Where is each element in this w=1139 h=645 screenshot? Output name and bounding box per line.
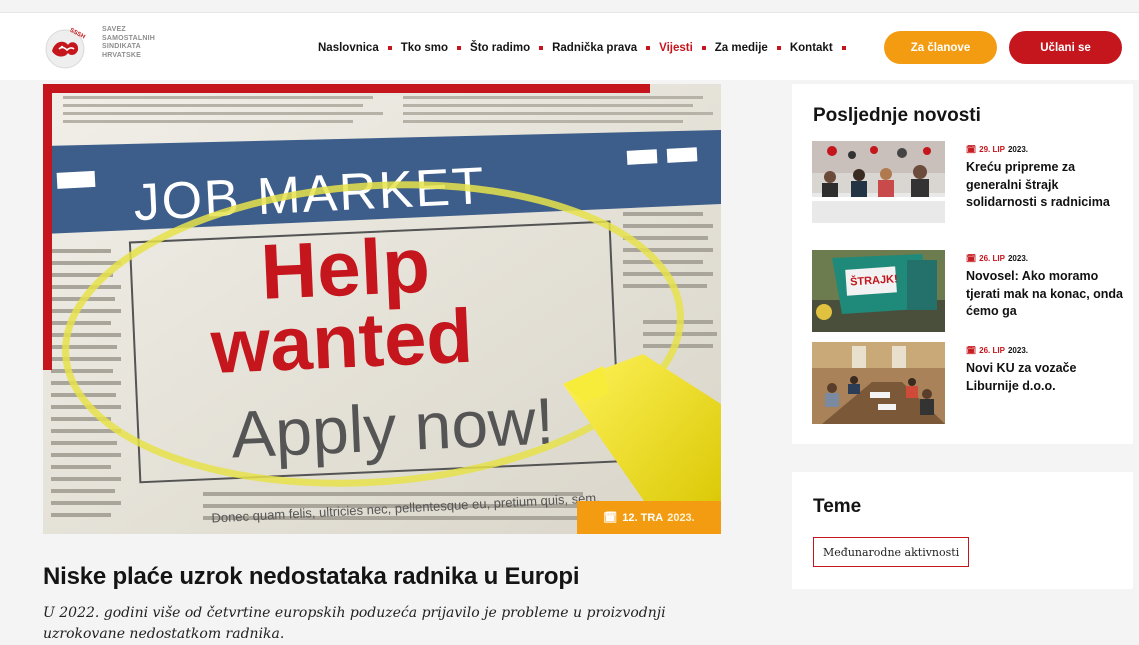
strike-banner-photo-icon: ŠTRAJK! <box>812 250 945 332</box>
news-year: 2023. <box>1007 145 1028 154</box>
news-month: LIP <box>992 346 1005 355</box>
news-item[interactable]: ŠTRAJK! 🗓 26. LIP 2023. Novosel: Ako mor… <box>812 250 1124 334</box>
topic-tag-medunarodne-aktivnosti[interactable]: Međunarodne aktivnosti <box>813 537 970 567</box>
logo-line: SAMOSTALNIH <box>102 34 156 42</box>
nav-item-kontakt[interactable]: Kontakt <box>790 42 833 54</box>
nav-separator <box>776 46 781 50</box>
news-thumbnail[interactable] <box>812 141 945 223</box>
news-title[interactable]: Novosel: Ako moramo tjerati mak na konac… <box>966 268 1126 321</box>
featured-image[interactable]: JOB MARKET Help wanted Apply now! Donec … <box>43 84 721 534</box>
latest-news-box: Posljednje novosti 🗓 29. LIP 2023. Kreću… <box>792 84 1133 444</box>
nav-item-radnicka-prava[interactable]: Radnička prava <box>552 42 637 54</box>
top-strip <box>0 0 1139 12</box>
news-day: 29. <box>979 145 991 154</box>
nav-separator <box>646 46 651 50</box>
press-conference-photo-icon <box>812 141 945 223</box>
date-day-month: 12. TRA <box>622 512 663 524</box>
featured-lead: U 2022. godini više od četvrtine europsk… <box>43 605 666 642</box>
nav-item-tko-smo[interactable]: Tko smo <box>401 42 448 54</box>
news-day: 26. <box>979 254 991 263</box>
nav-item-naslovnica[interactable]: Naslovnica <box>318 42 379 54</box>
date-day: 12. <box>622 511 638 524</box>
news-day-month: 26. LIP <box>979 254 1005 263</box>
nav-separator <box>539 46 544 50</box>
news-day: 26. <box>979 346 991 355</box>
featured-accent-top <box>43 84 650 93</box>
nav-separator <box>701 46 706 50</box>
site-logo[interactable]: SSSH SAVEZ SAMOSTALNIH SINDIKATA HRVATSK… <box>43 23 183 73</box>
calendar-icon: 🗓 <box>966 145 977 154</box>
topics-heading: Teme <box>813 496 862 517</box>
news-title[interactable]: Kreću pripreme za generalni štrajk solid… <box>966 159 1126 212</box>
latest-news-heading: Posljednje novosti <box>813 105 981 126</box>
logo-wordmark: SAVEZ SAMOSTALNIH SINDIKATA HRVATSKE <box>102 26 192 60</box>
featured-date-badge: 🗓 12. TRA 2023. <box>577 501 721 534</box>
svg-text:wanted: wanted <box>208 294 474 390</box>
featured-accent-left <box>43 84 52 370</box>
news-date: 🗓 26. LIP 2023. <box>966 346 1028 355</box>
news-month: LIP <box>992 145 1005 154</box>
news-date: 🗓 29. LIP 2023. <box>966 145 1028 154</box>
news-year: 2023. <box>1007 346 1028 355</box>
date-month: TRA <box>640 511 664 524</box>
news-item[interactable]: 🗓 29. LIP 2023. Kreću pripreme za genera… <box>812 141 1124 225</box>
news-date: 🗓 26. LIP 2023. <box>966 254 1028 263</box>
topics-box: Teme Međunarodne aktivnosti <box>792 472 1133 589</box>
news-item[interactable]: 🗓 26. LIP 2023. Novi KU za vozače Liburn… <box>812 342 1124 426</box>
site-header: SSSH SAVEZ SAMOSTALNIH SINDIKATA HRVATSK… <box>0 12 1139 80</box>
newspaper-illustration: JOB MARKET Help wanted Apply now! Donec … <box>43 84 721 534</box>
news-title[interactable]: Novi KU za vozače Liburnije d.o.o. <box>966 360 1126 395</box>
nav-separator <box>387 46 392 50</box>
news-month: LIP <box>992 254 1005 263</box>
news-day-month: 26. LIP <box>979 346 1005 355</box>
news-thumbnail[interactable] <box>812 342 945 424</box>
join-button[interactable]: Učlani se <box>1009 31 1122 64</box>
nav-item-vijesti[interactable]: Vijesti <box>659 42 693 54</box>
logo-line: SINDIKATA <box>102 43 141 50</box>
date-year: 2023. <box>667 511 695 524</box>
nav-item-sto-radimo[interactable]: Što radimo <box>470 42 530 54</box>
logo-line: HRVATSKE <box>102 51 141 59</box>
sssh-logo-icon: SSSH <box>45 28 86 69</box>
calendar-icon: 🗓 <box>603 512 618 524</box>
main-nav: Naslovnica Tko smo Što radimo Radnička p… <box>318 40 855 56</box>
news-thumbnail[interactable]: ŠTRAJK! <box>812 250 945 332</box>
news-day-month: 29. LIP <box>979 145 1005 154</box>
nav-item-za-medije[interactable]: Za medije <box>715 42 768 54</box>
meeting-table-photo-icon <box>812 342 945 424</box>
logo-line: SAVEZ <box>102 26 126 33</box>
news-year: 2023. <box>1007 254 1028 263</box>
nav-separator <box>841 46 846 50</box>
calendar-icon: 🗓 <box>966 254 977 263</box>
calendar-icon: 🗓 <box>966 346 977 355</box>
featured-title[interactable]: Niske plaće uzrok nedostataka radnika u … <box>43 563 743 591</box>
members-button[interactable]: Za članove <box>884 31 997 64</box>
nav-separator <box>457 46 462 50</box>
